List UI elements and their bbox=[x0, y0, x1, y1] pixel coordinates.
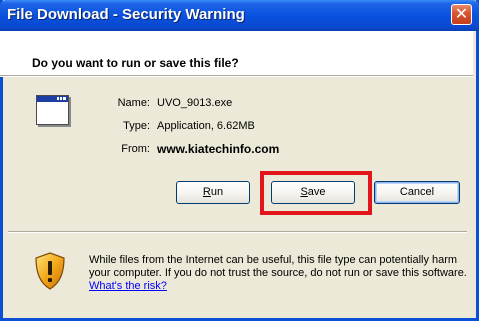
run-button[interactable]: Run bbox=[176, 181, 250, 204]
security-warning-message: While files from the Internet can be use… bbox=[89, 254, 469, 293]
header-divider bbox=[0, 75, 473, 77]
run-button-accesskey: R bbox=[202, 186, 211, 198]
file-name-value: UVO_9013.exe bbox=[157, 97, 233, 109]
warning-text: While files from the Internet can be use… bbox=[89, 254, 467, 279]
cancel-button[interactable]: Cancel bbox=[374, 181, 460, 204]
file-type-value: Application, 6.62MB bbox=[157, 120, 255, 132]
save-highlight-annotation bbox=[260, 171, 372, 215]
file-source-value: www.kiatechinfo.com bbox=[157, 142, 280, 156]
cancel-button-label: Cancel bbox=[399, 186, 435, 198]
close-button[interactable]: ✕ bbox=[451, 4, 472, 25]
run-button-label: un bbox=[210, 186, 224, 198]
window-title: File Download - Security Warning bbox=[7, 6, 245, 23]
warning-divider bbox=[8, 231, 467, 233]
name-label: Name: bbox=[117, 97, 150, 109]
from-label: From: bbox=[121, 143, 150, 155]
security-shield-warning-icon bbox=[35, 252, 65, 290]
type-label: Type: bbox=[123, 120, 150, 132]
whats-the-risk-link[interactable]: What's the risk? bbox=[89, 280, 167, 292]
close-icon: ✕ bbox=[454, 4, 469, 23]
title-bar[interactable]: File Download - Security Warning ✕ bbox=[0, 0, 479, 31]
dialog-question: Do you want to run or save this file? bbox=[32, 56, 239, 70]
